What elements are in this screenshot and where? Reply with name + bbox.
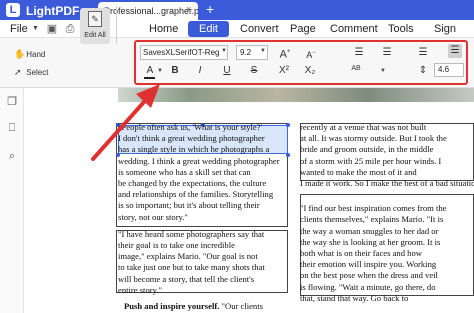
- chevron-down-icon[interactable]: ▼: [221, 48, 227, 54]
- text-line: is flowing. "Wait a minute, go there, do: [300, 281, 436, 292]
- text-column-left: "People often ask us, 'What is your styl…: [118, 122, 296, 312]
- chevron-down-icon[interactable]: ▼: [260, 48, 266, 54]
- superscript-button[interactable]: X²: [276, 64, 292, 78]
- menu-home[interactable]: Home: [149, 23, 178, 35]
- menu-page[interactable]: Page: [290, 23, 316, 35]
- search-icon[interactable]: ⌕: [6, 150, 18, 162]
- chevron-down-icon[interactable]: ▼: [380, 68, 386, 74]
- text-line: that, stand that way. Go back to: [300, 292, 409, 303]
- print-icon[interactable]: ⎙: [64, 23, 76, 35]
- menu-edit[interactable]: Edit: [188, 21, 229, 37]
- strikethrough-button[interactable]: S: [247, 64, 261, 78]
- text-line: both what is on their faces and how: [300, 248, 422, 259]
- text-line: "People often ask us, 'What is your styl…: [118, 122, 263, 132]
- text-line: wedding. I think a great wedding photogr…: [118, 155, 280, 166]
- menu-file[interactable]: File: [10, 23, 28, 35]
- menu-bar: File ▼ ▣ ⎙ ↶ ↷ Home Edit Convert Page Co…: [0, 20, 474, 38]
- select-tool[interactable]: ➚ Select: [14, 67, 48, 78]
- text-line: will become a story, that tell the clien…: [118, 273, 255, 284]
- text-line: clients themselves," explains Mario. "It…: [300, 214, 444, 225]
- decrease-font-button[interactable]: A−: [304, 46, 318, 60]
- app-window: L LightPDF Professional...grapher.pdf* ×…: [0, 0, 474, 313]
- text-line: and relationships of the families. Story…: [118, 189, 274, 200]
- line-spacing-select[interactable]: 4.6: [434, 63, 464, 77]
- text-line: the way she is looking at her groom. It …: [300, 236, 441, 247]
- text-line: bride and groom outside, in the middle: [300, 144, 434, 155]
- app-name: LightPDF: [26, 4, 80, 18]
- line-spacing-icon[interactable]: ⇕: [416, 64, 430, 78]
- edit-all-button[interactable]: ✎ Edit All: [80, 8, 110, 44]
- text-line: Push and inspire yourself. "Our clients: [124, 301, 263, 312]
- text-line: entire story.": [118, 284, 162, 295]
- bookmark-icon[interactable]: ⎕: [6, 122, 18, 134]
- increase-font-button[interactable]: A+: [278, 45, 292, 61]
- text-line: I made it work. So I make the best of a …: [300, 178, 474, 189]
- close-tab-icon[interactable]: ×: [186, 4, 191, 14]
- text-line: be changed by the expectations, the cult…: [118, 178, 267, 189]
- text-line: on the best pose when the dress and veil: [300, 270, 438, 281]
- text-line: is someone who has a skill set that can: [118, 166, 251, 177]
- menu-comment[interactable]: Comment: [330, 23, 378, 35]
- menu-tools[interactable]: Tools: [388, 23, 414, 35]
- text-line: image," explains Mario. "Our goal is not: [118, 251, 258, 262]
- add-tab-icon[interactable]: +: [206, 1, 214, 17]
- font-family-select[interactable]: SavesXLSerifOT-Reg: [140, 45, 228, 60]
- character-spacing-button[interactable]: AB: [348, 62, 364, 76]
- left-side-panel: ❐ ⎕ ⌕: [0, 88, 24, 313]
- align-justify-icon[interactable]: ☰: [448, 44, 462, 58]
- italic-button[interactable]: I: [193, 64, 207, 78]
- subscript-button[interactable]: X₂: [302, 64, 318, 78]
- text-line: "I find our best inspiration comes from …: [300, 203, 447, 214]
- font-color-button[interactable]: A: [143, 64, 157, 78]
- text-line: has a single style in which he photograp…: [118, 144, 270, 155]
- menu-convert[interactable]: Convert: [240, 23, 279, 35]
- toolbar-divider: [116, 6, 117, 44]
- title-bar: L LightPDF Professional...grapher.pdf* ×…: [0, 0, 474, 20]
- cursor-icon: ➚: [14, 67, 22, 77]
- text-line: the way a woman snuggles to her dad or: [300, 225, 439, 236]
- text-line: their goal is to take one incredible: [118, 240, 235, 251]
- font-color-swatch: [144, 77, 155, 79]
- document-photo: [118, 88, 474, 102]
- menu-sign[interactable]: Sign: [434, 23, 456, 35]
- text-line: their emotion will inspire you. Working: [300, 259, 437, 270]
- text-line: is so important; but it's about telling …: [118, 200, 260, 211]
- text-line: at all. It was stormy outside. But I too…: [300, 133, 447, 144]
- app-logo: L: [6, 3, 20, 17]
- text-line: recently at a venue that was not built: [300, 122, 427, 132]
- edit-document-icon: ✎: [88, 11, 102, 27]
- pages-icon[interactable]: ❐: [6, 96, 18, 108]
- text-line: to take just one but to take many shots …: [118, 262, 265, 273]
- document-tab[interactable]: Professional...grapher.pdf*: [98, 2, 198, 20]
- text-spacer: [300, 189, 474, 203]
- text-line: wanted to make the most of it and: [300, 166, 417, 177]
- text-line: I don't think a great wedding photograph…: [118, 133, 265, 144]
- text-line: of a storm with 25 mile per hour winds. …: [300, 155, 442, 166]
- align-right-icon[interactable]: ☰: [416, 46, 430, 60]
- save-icon[interactable]: ▣: [46, 23, 58, 35]
- text-column-right: recently at a venue that was not built a…: [300, 122, 474, 304]
- text-line: "I have heard some photographers say tha…: [118, 228, 265, 239]
- chevron-down-icon[interactable]: ▼: [32, 25, 39, 32]
- text-line: story, not our story.": [118, 211, 188, 222]
- edit-all-label: Edit All: [84, 32, 106, 39]
- hand-label: Hand: [26, 50, 46, 59]
- align-center-icon[interactable]: ☰: [380, 46, 394, 60]
- select-label: Select: [26, 68, 49, 77]
- hand-icon: ✋: [14, 49, 26, 59]
- bold-button[interactable]: B: [168, 64, 182, 78]
- hand-tool[interactable]: ✋ Hand: [14, 49, 45, 60]
- align-left-icon[interactable]: ☰: [352, 46, 366, 60]
- chevron-down-icon[interactable]: ▼: [157, 68, 163, 74]
- underline-button[interactable]: U: [220, 64, 234, 78]
